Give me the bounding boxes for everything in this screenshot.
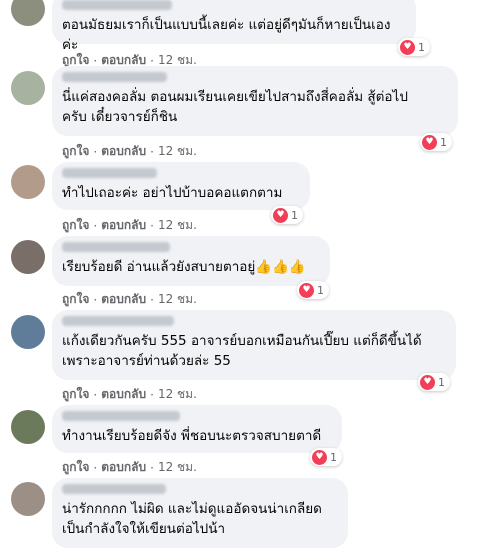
comment-text: นี่แค่สองคอลั่ม ตอนผมเรียนเคยเขียไปสามถึ… xyxy=(62,89,408,125)
reply-link[interactable]: ตอบกลับ xyxy=(101,458,146,477)
reaction-badge[interactable]: ♥ 1 xyxy=(310,448,342,466)
reaction-count: 1 xyxy=(440,135,447,149)
like-link[interactable]: ถูกใจ xyxy=(62,216,89,235)
heart-icon: ♥ xyxy=(400,39,415,55)
avatar[interactable] xyxy=(11,410,45,444)
timestamp[interactable]: 12 ชม. xyxy=(158,216,197,235)
avatar[interactable] xyxy=(11,0,45,26)
like-link[interactable]: ถูกใจ xyxy=(62,385,89,404)
comment-text: เรียบร้อยดี อ่านแล้วยังสบายตาอยู่👍👍👍 xyxy=(62,259,306,275)
like-link[interactable]: ถูกใจ xyxy=(62,142,89,161)
timestamp[interactable]: 12 ชม. xyxy=(158,458,197,477)
reply-link[interactable]: ตอบกลับ xyxy=(101,216,146,235)
separator: · xyxy=(93,460,98,475)
reaction-count: 1 xyxy=(317,283,324,297)
author-name-blurred[interactable] xyxy=(62,411,180,421)
heart-icon: ♥ xyxy=(299,282,314,298)
separator: · xyxy=(150,144,154,159)
reaction-count: 1 xyxy=(291,208,298,222)
comment-bubble: น่ารักกกกก ไม่ผิด และไม่ดูแออัดจนน่าเกลี… xyxy=(52,478,348,548)
reaction-count: 1 xyxy=(418,40,425,54)
author-name-blurred[interactable] xyxy=(62,242,170,252)
separator: · xyxy=(150,218,154,233)
comment-bubble: ทำงานเรียบร้อยดีจัง พี่ชอบนะตรวจสบายตาดี xyxy=(52,405,342,453)
reaction-badge[interactable]: ♥ 1 xyxy=(420,133,452,151)
separator: · xyxy=(93,218,98,233)
comment-text: แก้งเดียวกันครับ 555 อาจารย์บอกเหมือนกัน… xyxy=(62,333,422,369)
timestamp[interactable]: 12 ชม. xyxy=(158,290,197,309)
reply-link[interactable]: ตอบกลับ xyxy=(101,385,146,404)
comment-bubble: ตอนมัธยมเราก็เป็นแบบนี้เลยค่ะ แต่อยู่ดีๆ… xyxy=(52,0,416,53)
comment-bubble: แก้งเดียวกันครับ 555 อาจารย์บอกเหมือนกัน… xyxy=(52,310,456,380)
reply-link[interactable]: ตอบกลับ xyxy=(101,142,146,161)
like-link[interactable]: ถูกใจ xyxy=(62,290,89,309)
comment-text: ทำงานเรียบร้อยดีจัง พี่ชอบนะตรวจสบายตาดี xyxy=(62,428,322,444)
comment-text: ทำไปเถอะค่ะ อย่าไปบ้าบอคอแตกตาม xyxy=(62,185,283,201)
separator: · xyxy=(150,460,154,475)
heart-icon: ♥ xyxy=(420,374,435,390)
avatar[interactable] xyxy=(11,71,45,105)
comment-actions: ถูกใจ · ตอบกลับ · 12 ชม. xyxy=(62,216,197,235)
reply-link[interactable]: ตอบกลับ xyxy=(101,290,146,309)
reaction-badge[interactable]: ♥ 1 xyxy=(271,206,303,224)
author-name-blurred[interactable] xyxy=(62,484,166,494)
separator: · xyxy=(93,292,98,307)
author-name-blurred[interactable] xyxy=(62,316,174,326)
comment-actions: ถูกใจ · ตอบกลับ · 12 ชม. xyxy=(62,458,197,477)
timestamp[interactable]: 12 ชม. xyxy=(158,385,197,404)
reaction-badge[interactable]: ♥ 1 xyxy=(398,38,430,56)
author-name-blurred[interactable] xyxy=(62,0,172,10)
avatar[interactable] xyxy=(11,315,45,349)
heart-icon: ♥ xyxy=(422,134,437,150)
heart-icon: ♥ xyxy=(312,449,327,465)
reaction-badge[interactable]: ♥ 1 xyxy=(297,281,329,299)
avatar[interactable] xyxy=(11,240,45,274)
comment-bubble: ทำไปเถอะค่ะ อย่าไปบ้าบอคอแตกตาม xyxy=(52,162,310,210)
avatar[interactable] xyxy=(11,482,45,516)
avatar[interactable] xyxy=(11,165,45,199)
comment-actions: ถูกใจ · ตอบกลับ · 12 ชม. xyxy=(62,290,197,309)
separator: · xyxy=(150,292,154,307)
comment-text: น่ารักกกกก ไม่ผิด และไม่ดูแออัดจนน่าเกลี… xyxy=(62,501,322,537)
separator: · xyxy=(93,387,98,402)
comment-text: ตอนมัธยมเราก็เป็นแบบนี้เลยค่ะ แต่อยู่ดีๆ… xyxy=(62,17,391,53)
reaction-count: 1 xyxy=(330,450,337,464)
reaction-badge[interactable]: ♥ 1 xyxy=(418,373,450,391)
comment-actions: ถูกใจ · ตอบกลับ · 12 ชม. xyxy=(62,385,197,404)
separator: · xyxy=(150,387,154,402)
comment-actions: ถูกใจ · ตอบกลับ · 12 ชม. xyxy=(62,142,197,161)
author-name-blurred[interactable] xyxy=(62,168,157,178)
heart-icon: ♥ xyxy=(273,207,288,223)
author-name-blurred[interactable] xyxy=(62,72,167,82)
comment-bubble: เรียบร้อยดี อ่านแล้วยังสบายตาอยู่👍👍👍 xyxy=(52,236,330,286)
timestamp[interactable]: 12 ชม. xyxy=(158,142,197,161)
comment-bubble: นี่แค่สองคอลั่ม ตอนผมเรียนเคยเขียไปสามถึ… xyxy=(52,66,458,136)
like-link[interactable]: ถูกใจ xyxy=(62,458,89,477)
separator: · xyxy=(93,144,98,159)
reaction-count: 1 xyxy=(438,375,445,389)
